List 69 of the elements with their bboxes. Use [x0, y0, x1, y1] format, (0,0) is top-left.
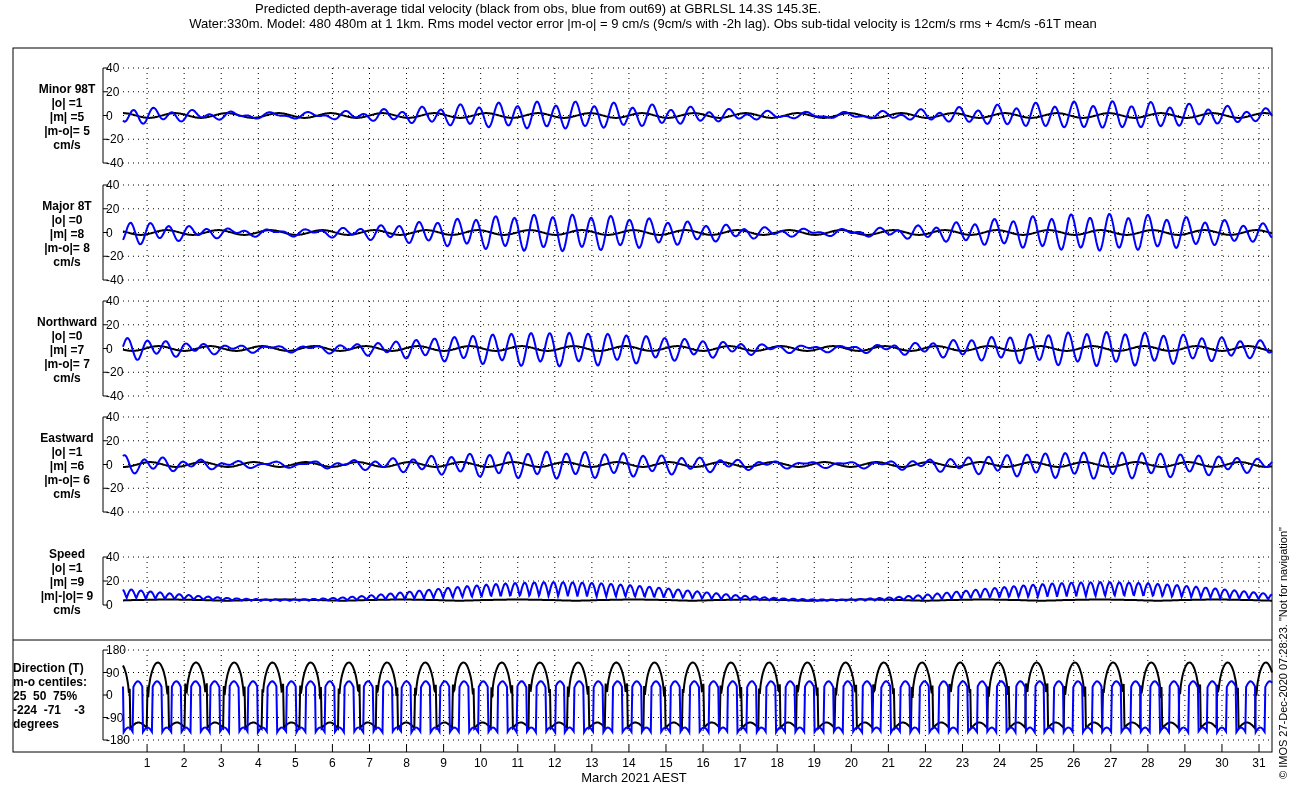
panel-label: Minor 98T |o| =1 |m| =5 |m-o|= 5 cm/s [38, 81, 96, 152]
axis-tick-label: 20 [844, 756, 858, 770]
axis-tick-label: 20 [106, 574, 120, 588]
axis-tick-label: -40 [106, 156, 124, 170]
axis-tick-label: 40 [106, 550, 120, 564]
panel-label: Speed |o| =1 |m| =9 |m|-|o|= 9 cm/s [40, 547, 94, 617]
axis-tick-label: 0 [106, 225, 113, 240]
axis-tick-label: 5 [292, 756, 299, 770]
axis-tick-label: -40 [106, 505, 124, 519]
panel-label: Direction (T) m-o centiles: 25 50 75% -224 -71 -3 degrees [13, 661, 87, 731]
axis-tick-label: 29 [1178, 756, 1192, 770]
chart-subtitle: Water:330m. Model: 480 480m at 1 1km. Rms model vector error |m-o| = 9 cm/s (9cm/s with -2h lag). Obs sub-tidal velocity is 12cm/s rms + 4cm/s -61T mean [189, 16, 1097, 31]
axis-tick-label: 0 [106, 688, 113, 702]
axis-tick-label: -20 [106, 481, 124, 496]
axis-tick-label: -20 [106, 132, 124, 147]
axis-tick-label: 6 [329, 756, 336, 770]
axis-tick-label: -40 [106, 273, 124, 287]
axis-tick-label: 20 [106, 201, 120, 216]
axis-tick-label: 17 [733, 756, 747, 770]
axis-tick-label: 7 [366, 756, 373, 770]
axis-tick-label: 8 [403, 756, 410, 770]
axis-tick-label: 0 [106, 108, 113, 123]
axis-tick-label: 13 [585, 756, 599, 770]
credit-text: © IMOS 27-Dec-2020 07:28:23. "Not for navigation" [1277, 527, 1289, 779]
panel-label: Major 8T |o| =0 |m| =8 |m-o|= 8 cm/s [42, 198, 92, 269]
axis-tick-label: 2 [180, 756, 188, 770]
axis-tick-label: 24 [992, 756, 1007, 770]
axis-tick-label: 20 [106, 317, 120, 332]
axis-tick-label: 11 [511, 756, 524, 770]
axis-tick-label: 40 [106, 410, 120, 424]
axis-tick-label: 16 [696, 756, 710, 770]
axis-tick-label: 20 [106, 84, 120, 99]
axis-tick-label: 19 [807, 756, 821, 770]
axis-tick-label: 15 [659, 756, 673, 770]
axis-tick-label: 23 [955, 756, 970, 770]
axis-tick-label: 10 [474, 756, 488, 770]
axis-tick-label: 18 [770, 756, 784, 770]
axis-tick-label: 12 [548, 756, 562, 770]
axis-tick-label: -90 [106, 710, 124, 725]
axis-tick-label: 27 [1104, 756, 1118, 770]
axis-tick-label: 9 [440, 756, 447, 770]
axis-tick-label: 26 [1067, 756, 1081, 770]
axis-tick-label: 30 [1215, 756, 1229, 770]
axis-tick-label: 14 [622, 756, 636, 770]
axis-tick-label: 25 [1029, 756, 1044, 770]
axis-tick-label: 22 [918, 756, 933, 770]
chart-title: Predicted depth-average tidal velocity (black from obs, blue from out69) at GBRLSL 14.3S 145.3E. [255, 1, 821, 16]
axis-tick-label: 1 [143, 756, 151, 770]
axis-tick-label: 20 [106, 433, 120, 448]
axis-tick-label: 4 [254, 756, 262, 770]
x-axis-title: March 2021 AEST [581, 770, 687, 785]
axis-tick-label: 180 [106, 643, 127, 657]
axis-tick-label: 40 [106, 61, 120, 75]
axis-tick-label: -20 [106, 249, 124, 264]
axis-tick-label: 0 [106, 341, 113, 356]
axis-tick-label: -40 [106, 389, 124, 403]
panel-label: Northward |o| =0 |m| =7 |m-o|= 7 cm/s [37, 314, 97, 385]
axis-tick-label: 3 [217, 756, 225, 770]
axis-tick-label: 90 [106, 665, 120, 680]
axis-tick-label: 40 [106, 294, 120, 308]
axis-tick-label: 0 [106, 457, 113, 472]
axis-tick-label: 31 [1252, 756, 1266, 770]
panel-label: Eastward |o| =1 |m| =6 |m-o|= 6 cm/s [40, 430, 94, 501]
axis-tick-label: 28 [1141, 756, 1155, 770]
axis-tick-label: 40 [106, 178, 120, 192]
axis-tick-label: -180 [106, 733, 131, 747]
axis-tick-label: 0 [106, 598, 113, 612]
axis-tick-label: -20 [106, 365, 124, 380]
axis-tick-label: 21 [881, 756, 896, 770]
